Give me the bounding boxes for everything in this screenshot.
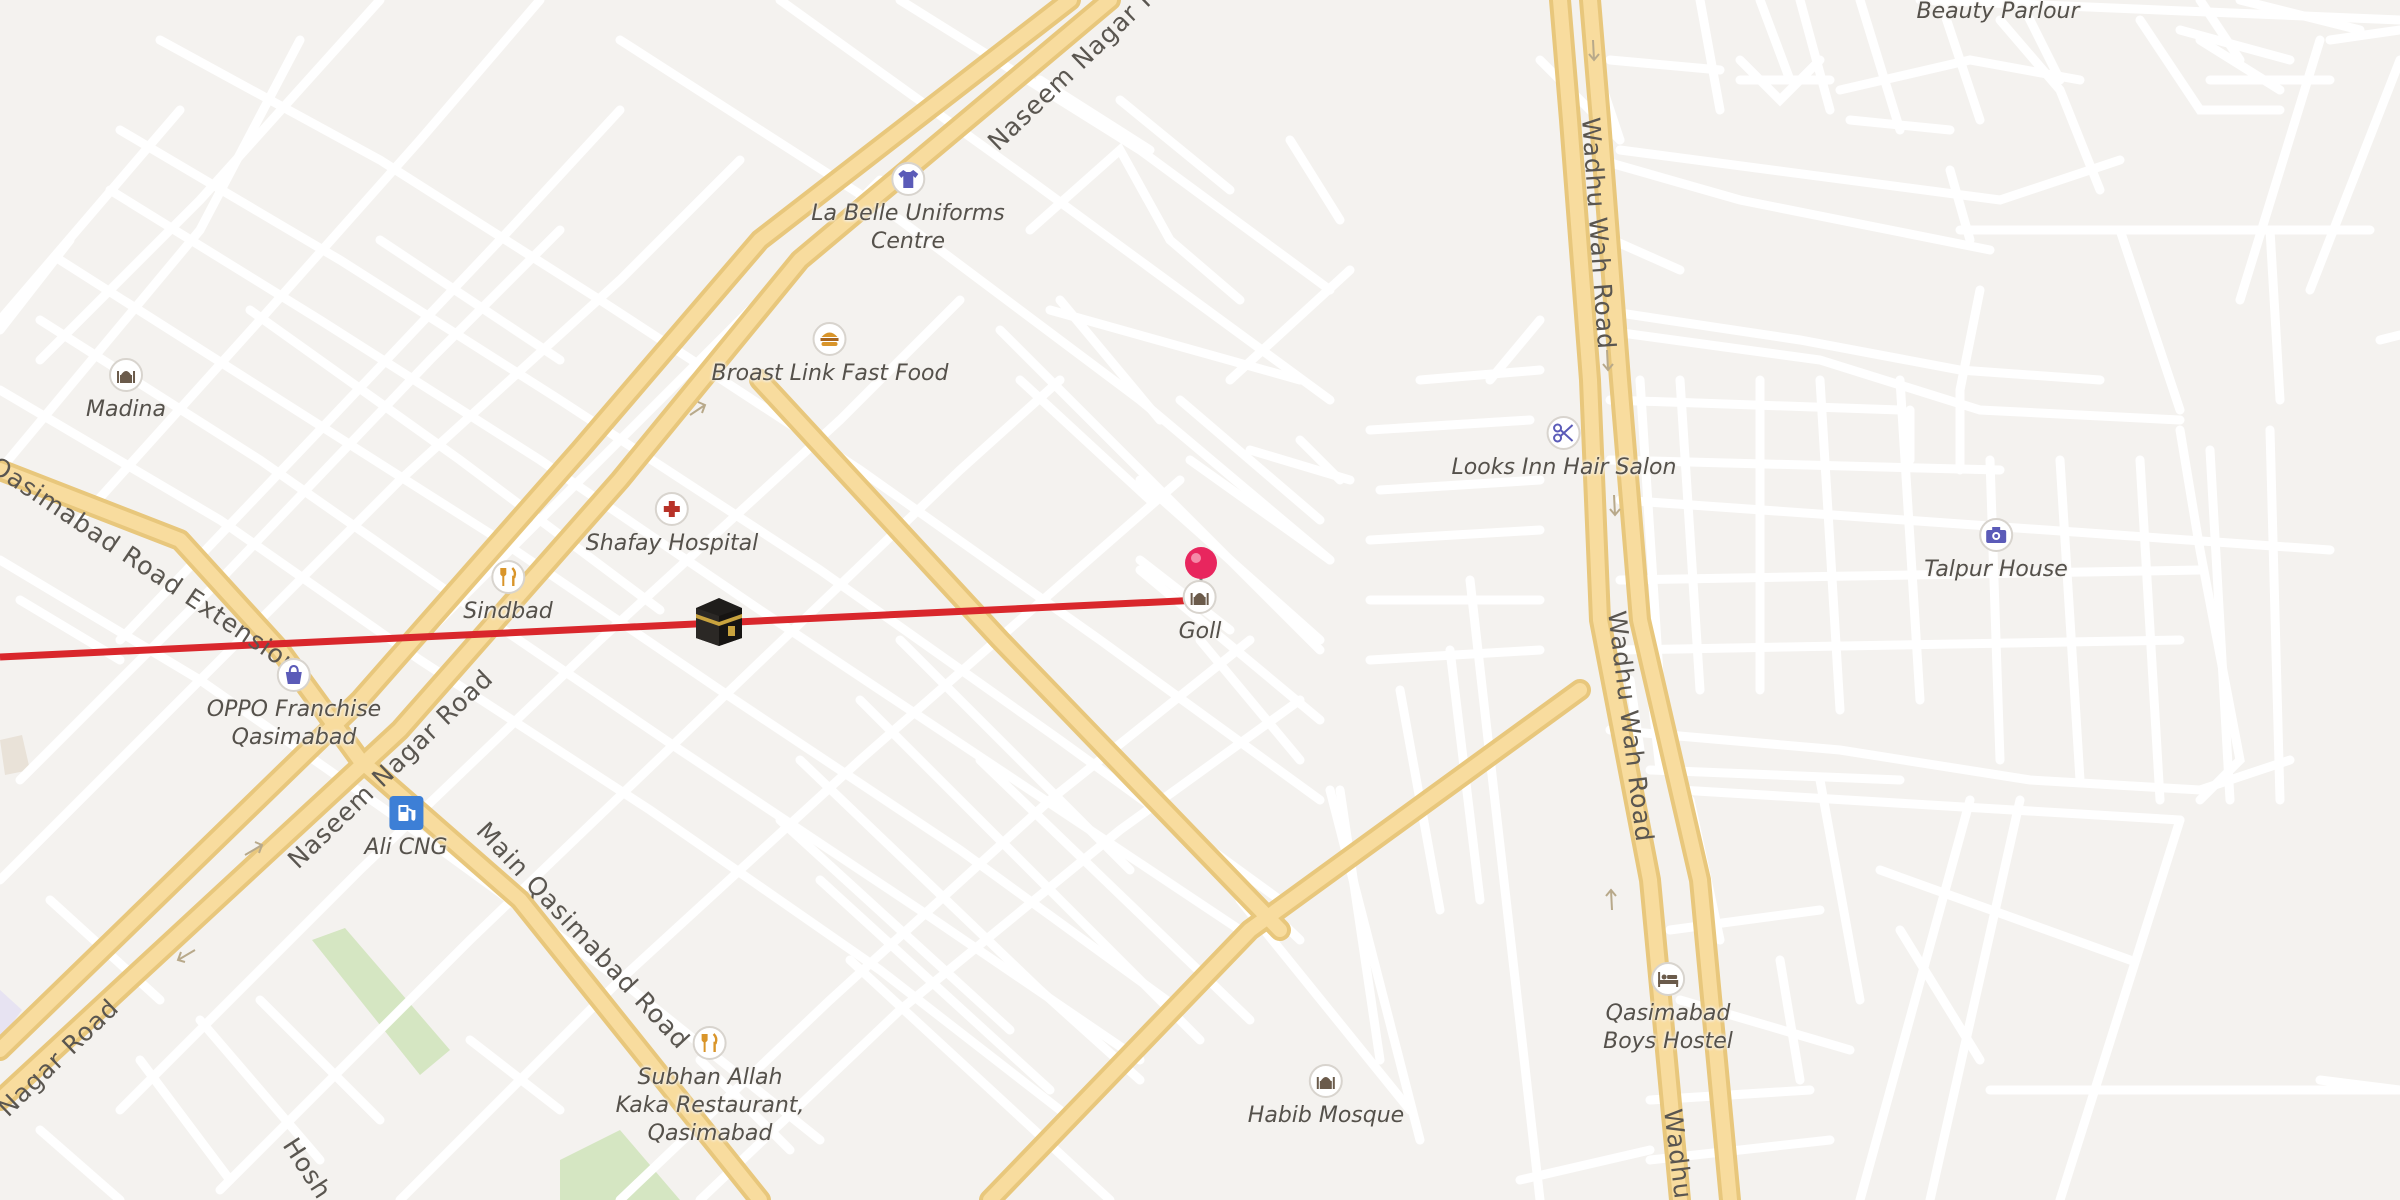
poi-label: OPPO Franchise (206, 697, 382, 722)
poi-goll[interactable]: Goll (1178, 580, 1222, 646)
poi-label: Broast Link Fast Food (711, 361, 949, 386)
mosque-icon (1182, 580, 1217, 614)
poi-label: Kaka Restaurant, (615, 1093, 805, 1118)
scissors-icon (1546, 416, 1581, 450)
poi-label: Ali CNG (364, 835, 448, 860)
poi-label: Shafay Hospital (585, 531, 759, 556)
poi-label: Qasimabad (231, 725, 357, 750)
poi-label: Looks Inn Hair Salon (1451, 455, 1677, 480)
poi-sindbad[interactable]: Sindbad (463, 560, 553, 626)
poi-broast-link[interactable]: Broast Link Fast Food (711, 322, 949, 388)
poi-label: Centre (870, 229, 946, 254)
poi-ali-cng[interactable]: Ali CNG (364, 796, 448, 862)
poi-looks-inn[interactable]: Looks Inn Hair Salon (1451, 416, 1677, 482)
poi-label: Qasimabad (647, 1121, 773, 1146)
bed-icon (1650, 962, 1685, 996)
poi-label: Boys Hostel (1603, 1029, 1733, 1054)
kaaba-icon[interactable] (694, 596, 744, 648)
poi-label: Madina (86, 397, 166, 422)
shopping-bag-icon (277, 658, 311, 692)
poi-beauty-parlour[interactable]: Beauty Parlour (1916, 0, 2079, 26)
poi-label: Qasimabad (1605, 1001, 1731, 1026)
poi-label: La Belle Uniforms (811, 201, 1005, 226)
fuel-icon (388, 796, 423, 830)
hospital-cross-icon (654, 492, 689, 526)
camera-icon (1979, 518, 2013, 552)
map-view[interactable]: Naseem Nagar Road Naseem Nagar Road Naga… (0, 0, 2400, 1200)
poi-oppo-franchise[interactable]: OPPO Franchise Qasimabad (207, 658, 381, 752)
park-area (312, 928, 450, 1075)
poi-label: Goll (1178, 619, 1222, 644)
poi-madina[interactable]: Madina (86, 358, 166, 424)
poi-label: Subhan Allah (637, 1065, 783, 1090)
poi-label: Sindbad (463, 599, 553, 624)
mosque-icon (109, 358, 143, 392)
street-label-hosh: Hosh (277, 1132, 338, 1200)
poi-habib-mosque[interactable]: Habib Mosque (1248, 1064, 1404, 1130)
poi-label: Habib Mosque (1247, 1103, 1405, 1128)
mosque-icon (1309, 1064, 1343, 1098)
poi-shafay-hospital[interactable]: Shafay Hospital (586, 492, 758, 558)
burger-icon (813, 322, 847, 356)
poi-talpur-house[interactable]: Talpur House (1924, 518, 2068, 584)
poi-subhan-allah-kaka[interactable]: Subhan Allah Kaka Restaurant, Qasimabad (615, 1026, 805, 1148)
restaurant-icon (491, 560, 525, 594)
shirt-icon (890, 162, 925, 196)
restaurant-icon (692, 1026, 727, 1060)
poi-qasimabad-boys-hostel[interactable]: Qasimabad Boys Hostel (1603, 962, 1733, 1056)
street-label-wadhu-wah-bottom: Wadhu (1658, 1107, 1698, 1200)
poi-la-belle-uniforms[interactable]: La Belle Uniforms Centre (811, 162, 1005, 256)
poi-label: Talpur House (1924, 557, 2068, 582)
